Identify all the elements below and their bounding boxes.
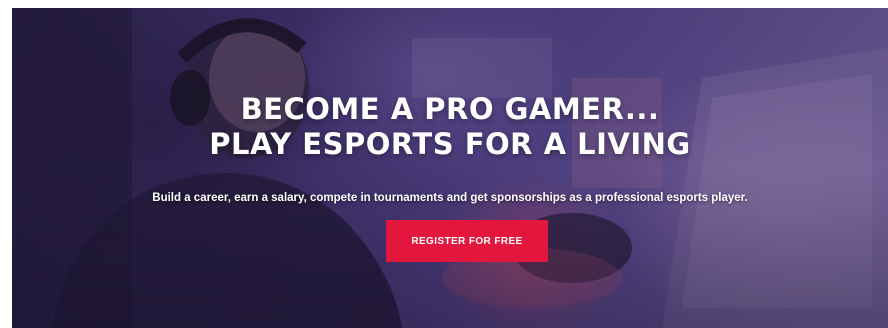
register-for-free-button[interactable]: REGISTER FOR FREE [386,220,548,262]
hero-banner: BECOME A PRO GAMER... PLAY ESPORTS FOR A… [12,8,888,328]
hero-subtitle: Build a career, earn a salary, compete i… [152,191,748,204]
headline-line-1: BECOME A PRO GAMER... [240,92,660,126]
hero-overlay [12,8,888,328]
page: BECOME A PRO GAMER... PLAY ESPORTS FOR A… [0,0,888,328]
headline-line-2: PLAY ESPORTS FOR A LIVING [209,127,691,161]
